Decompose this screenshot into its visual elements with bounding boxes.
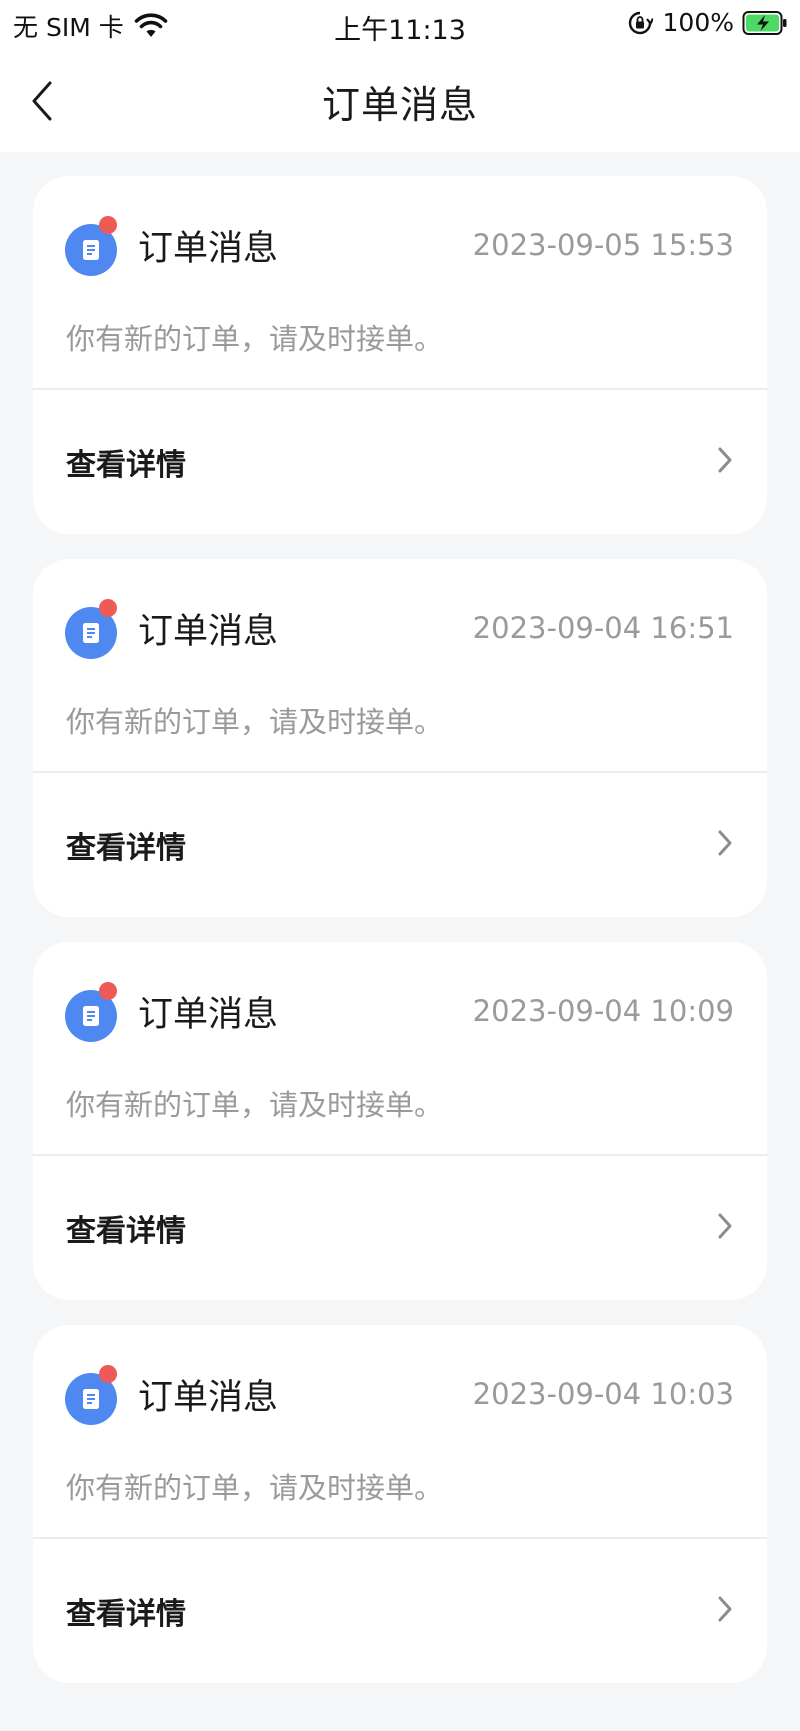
- view-details-button[interactable]: 查看详情: [33, 390, 767, 534]
- rotation-lock-icon: [628, 11, 653, 34]
- message-title: 订单消息: [138, 1378, 279, 1418]
- message-title: 订单消息: [138, 995, 279, 1035]
- battery-icon: [742, 10, 787, 35]
- battery-percent: 100%: [662, 8, 734, 37]
- status-bar: 无 SIM 卡 上午11:13 100%: [0, 0, 800, 50]
- view-details-button[interactable]: 查看详情: [33, 1539, 767, 1683]
- view-details-label: 查看详情: [66, 831, 186, 866]
- view-details-label: 查看详情: [66, 1597, 186, 1632]
- view-details-button[interactable]: 查看详情: [33, 773, 767, 917]
- chevron-right-icon: [718, 447, 732, 473]
- view-details-label: 查看详情: [66, 1214, 186, 1249]
- message-card: 订单消息 2023-09-04 16:51 你有新的订单，请及时接单。 查看详情: [33, 559, 767, 917]
- message-card: 订单消息 2023-09-04 10:03 你有新的订单，请及时接单。 查看详情: [33, 1325, 767, 1683]
- page-title: 订单消息: [321, 83, 478, 127]
- status-right: 100%: [627, 8, 788, 37]
- message-icon: [65, 982, 117, 1044]
- message-time: 2023-09-04 10:09: [472, 994, 734, 1028]
- message-header: 订单消息 2023-09-04 16:51 你有新的订单，请及时接单。: [33, 559, 767, 771]
- message-card: 订单消息 2023-09-04 10:09 你有新的订单，请及时接单。 查看详情: [33, 942, 767, 1300]
- unread-badge: [99, 982, 117, 1000]
- chevron-right-icon: [718, 1213, 732, 1239]
- message-header: 订单消息 2023-09-05 15:53 你有新的订单，请及时接单。: [33, 176, 767, 388]
- message-title: 订单消息: [138, 612, 279, 652]
- unread-badge: [99, 599, 117, 617]
- chevron-right-icon: [718, 1596, 732, 1622]
- message-time: 2023-09-04 10:03: [472, 1377, 734, 1411]
- message-title: 订单消息: [138, 229, 279, 269]
- unread-badge: [99, 1365, 117, 1383]
- unread-badge: [99, 216, 117, 234]
- message-content: 你有新的订单，请及时接单。: [66, 322, 444, 356]
- message-icon: [65, 1365, 117, 1427]
- message-card: 订单消息 2023-09-05 15:53 你有新的订单，请及时接单。 查看详情: [33, 176, 767, 534]
- message-header: 订单消息 2023-09-04 10:03 你有新的订单，请及时接单。: [33, 1325, 767, 1537]
- message-icon: [65, 216, 117, 278]
- message-time: 2023-09-05 15:53: [472, 228, 734, 262]
- message-list: 订单消息 2023-09-05 15:53 你有新的订单，请及时接单。 查看详情: [33, 176, 767, 1708]
- message-time: 2023-09-04 16:51: [472, 611, 734, 645]
- message-content: 你有新的订单，请及时接单。: [66, 705, 444, 739]
- top-bar: 无 SIM 卡 上午11:13 100% 订单消息: [0, 0, 800, 152]
- nav-bar: 订单消息: [0, 50, 800, 150]
- message-content: 你有新的订单，请及时接单。: [66, 1088, 444, 1122]
- view-details-label: 查看详情: [66, 448, 186, 483]
- view-details-button[interactable]: 查看详情: [33, 1156, 767, 1300]
- message-content: 你有新的订单，请及时接单。: [66, 1471, 444, 1505]
- message-icon: [65, 599, 117, 661]
- chevron-right-icon: [718, 830, 732, 856]
- message-header: 订单消息 2023-09-04 10:09 你有新的订单，请及时接单。: [33, 942, 767, 1154]
